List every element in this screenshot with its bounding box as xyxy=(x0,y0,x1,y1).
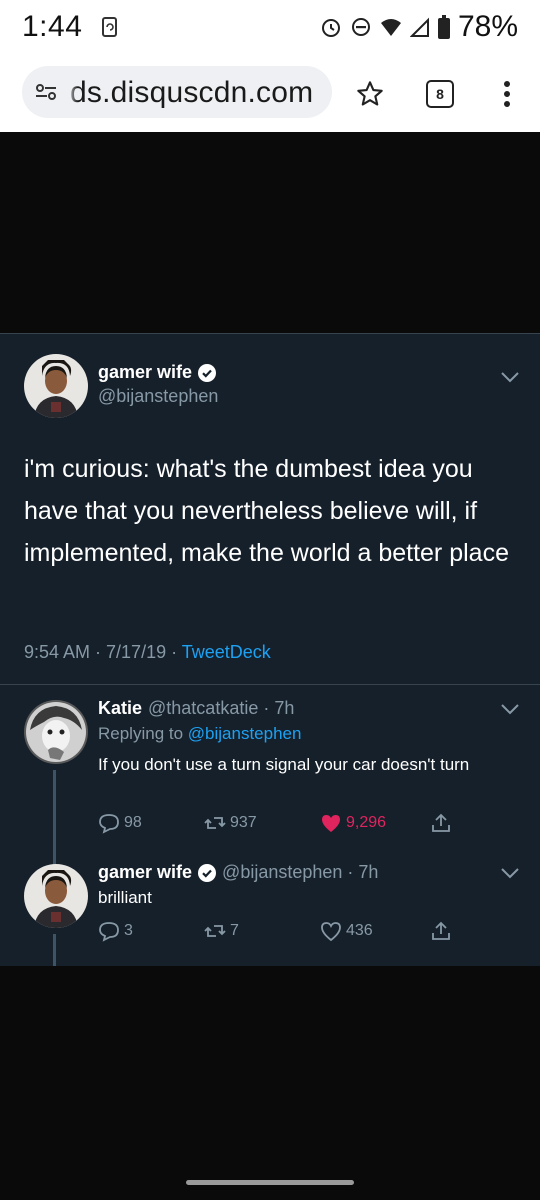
wifi-icon xyxy=(380,19,401,36)
retweet-icon xyxy=(204,817,226,829)
url-bar[interactable]: ds.disquscdn.com xyxy=(22,66,332,118)
retweet-icon xyxy=(204,925,226,937)
like-count: 9,296 xyxy=(346,814,387,831)
tweet-source[interactable]: TweetDeck xyxy=(182,642,271,662)
retweet-count: 7 xyxy=(230,922,239,939)
share-button[interactable] xyxy=(430,920,452,942)
like-button[interactable]: 436 xyxy=(320,920,373,942)
avatar[interactable] xyxy=(24,700,88,764)
url-fade xyxy=(66,74,78,110)
avatar-image xyxy=(24,354,88,418)
author-handle[interactable]: @bijanstephen xyxy=(98,386,218,407)
battery-percent: 78% xyxy=(457,10,518,43)
reply-name-row[interactable]: Katie @thatcatkatie · 7h xyxy=(98,698,294,719)
browser-chrome: 1:44 78% ds.disquscdn.com 8 xyxy=(0,0,540,132)
reply-display-name[interactable]: Katie xyxy=(98,698,142,719)
verified-badge-icon xyxy=(198,863,217,882)
share-button[interactable] xyxy=(430,812,452,834)
reply-text: If you don't use a turn signal your car … xyxy=(98,755,470,774)
retweet-count: 937 xyxy=(230,814,257,831)
home-indicator[interactable] xyxy=(186,1180,354,1185)
reply-count: 3 xyxy=(124,922,133,939)
reply-count: 98 xyxy=(124,814,142,831)
bookmark-star-icon[interactable] xyxy=(356,80,384,108)
retweet-button[interactable]: 937 xyxy=(204,812,257,834)
more-menu-icon[interactable] xyxy=(497,79,517,109)
verified-badge-icon xyxy=(198,363,217,382)
chevron-down-icon[interactable] xyxy=(500,702,520,716)
avatar-image xyxy=(24,700,88,764)
chevron-down-icon[interactable] xyxy=(500,866,520,880)
share-icon xyxy=(432,813,450,832)
reply-display-name[interactable]: gamer wife xyxy=(98,862,192,883)
like-count: 436 xyxy=(346,922,373,939)
author-name-row[interactable]: gamer wife xyxy=(98,362,217,383)
url-text[interactable]: ds.disquscdn.com xyxy=(70,76,313,110)
reply-text: brilliant xyxy=(98,888,152,907)
reply-button[interactable]: 98 xyxy=(98,812,142,834)
alarm-icon xyxy=(321,19,340,37)
avatar[interactable] xyxy=(24,354,88,418)
heart-filled-icon xyxy=(322,815,340,832)
replying-handle-link[interactable]: @bijanstephen xyxy=(188,724,302,743)
avatar[interactable] xyxy=(24,864,88,928)
chevron-down-icon[interactable] xyxy=(500,370,520,384)
thread-line xyxy=(53,934,56,966)
author-display-name[interactable]: gamer wife xyxy=(98,362,192,383)
heart-outline-icon xyxy=(321,922,341,942)
status-icons: 78% xyxy=(320,10,518,43)
site-settings-icon[interactable] xyxy=(34,80,58,104)
reply-button[interactable]: 3 xyxy=(98,920,133,942)
share-icon xyxy=(432,921,450,940)
replying-prefix: Replying to xyxy=(98,724,188,743)
reply-icon xyxy=(99,814,119,834)
tweet-embed: gamer wife @bijanstephen i'm curious: wh… xyxy=(0,333,540,966)
divider xyxy=(0,684,540,685)
tweet-meta: 9:54 AM · 7/17/19 · TweetDeck xyxy=(24,642,271,663)
do-not-disturb-icon xyxy=(351,18,370,36)
signal-icon xyxy=(409,17,429,37)
replying-to: Replying to @bijanstephen xyxy=(98,724,301,744)
avatar-image xyxy=(24,864,88,928)
like-button[interactable]: 9,296 xyxy=(320,812,386,834)
tweet-text: i'm curious: what's the dumbest idea you… xyxy=(24,455,509,567)
reply-name-row[interactable]: gamer wife @bijanstephen · 7h xyxy=(98,862,378,883)
reply-icon xyxy=(99,922,119,942)
reply-handle-time[interactable]: @thatcatkatie · 7h xyxy=(148,698,294,719)
tab-switcher-button[interactable]: 8 xyxy=(426,80,454,108)
retweet-button[interactable]: 7 xyxy=(204,920,239,942)
status-time: 1:44 xyxy=(22,10,83,43)
main-tweet: gamer wife @bijanstephen i'm curious: wh… xyxy=(0,334,540,684)
battery-icon xyxy=(437,15,450,39)
tweet-timestamp[interactable]: 9:54 AM · 7/17/19 · xyxy=(24,642,182,662)
reply-handle-time[interactable]: @bijanstephen · 7h xyxy=(222,862,378,883)
sync-icon xyxy=(102,17,117,37)
status-bar: 1:44 78% xyxy=(0,0,540,56)
